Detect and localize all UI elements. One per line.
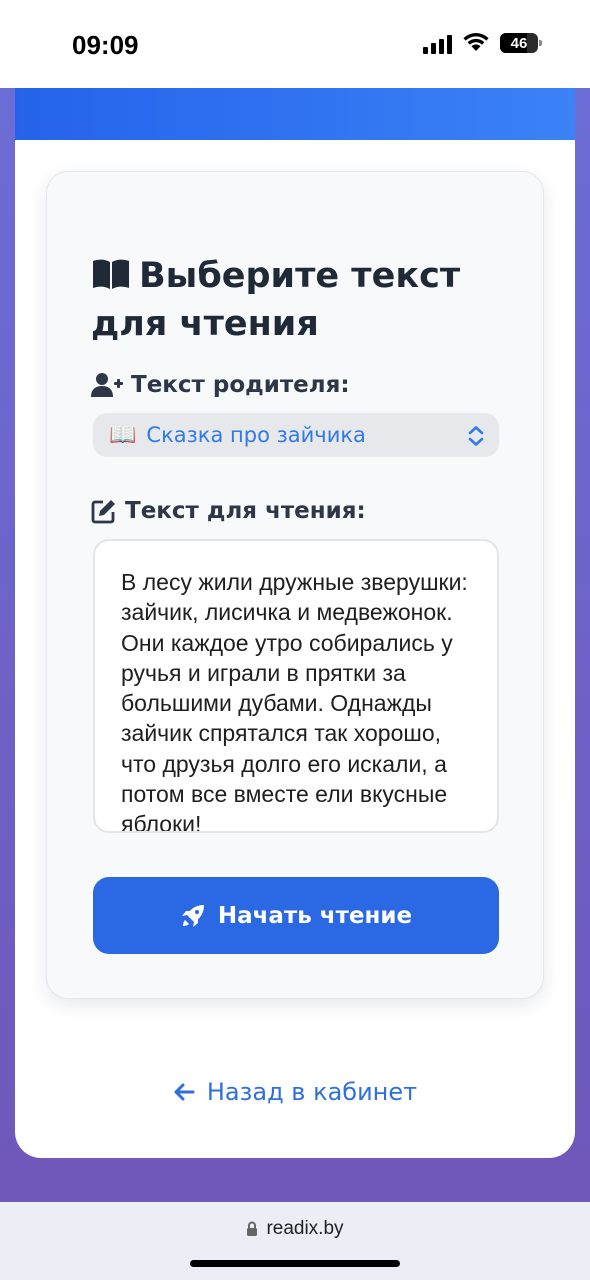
wifi-icon (463, 32, 489, 51)
battery-level: 46 (510, 34, 528, 52)
battery-icon: 46 (500, 33, 542, 53)
book-emoji-icon: 📖 (109, 422, 137, 448)
book-open-icon (93, 259, 129, 289)
address-bar[interactable]: readix.by (0, 1218, 590, 1240)
page-title-text: Выберите текст для чтения (91, 256, 461, 344)
arrow-left-icon (174, 1083, 195, 1101)
page-header-banner (15, 88, 575, 140)
start-reading-button[interactable]: Начать чтение (93, 877, 499, 954)
edit-icon (91, 500, 115, 524)
lock-icon (247, 1221, 258, 1236)
parent-text-label: Текст родителя: (91, 372, 350, 398)
status-bar: 09:09 46 (0, 0, 590, 88)
status-time: 09:09 (72, 30, 139, 60)
user-plus-icon (91, 373, 123, 397)
page-card: Выберите текст для чтения Текст родителя… (15, 88, 575, 1158)
parent-text-select[interactable]: 📖 Сказка про зайчика (93, 413, 499, 457)
url-text: readix.by (266, 1218, 344, 1239)
back-to-dashboard-label: Назад в кабинет (206, 1078, 418, 1106)
browser-bottom-bar: readix.by (0, 1202, 590, 1280)
page-title: Выберите текст для чтения (91, 252, 511, 348)
back-to-dashboard-link[interactable]: Назад в кабинет (15, 1078, 575, 1106)
parent-text-label-text: Текст родителя: (131, 372, 350, 398)
text-selection-card: Выберите текст для чтения Текст родителя… (46, 171, 544, 999)
selected-story: Сказка про зайчика (146, 423, 366, 447)
chevron-up-down-icon (468, 426, 484, 446)
reading-textarea[interactable]: В лесу жили дружные зверушки: зайчик, ли… (93, 539, 499, 833)
reading-text-label: Текст для чтения: (91, 498, 366, 524)
start-reading-button-label: Начать чтение (217, 902, 413, 929)
cellular-signal-icon (423, 34, 453, 54)
reading-text-label-text: Текст для чтения: (125, 498, 366, 524)
home-indicator[interactable] (190, 1260, 400, 1267)
rocket-icon (181, 904, 204, 927)
